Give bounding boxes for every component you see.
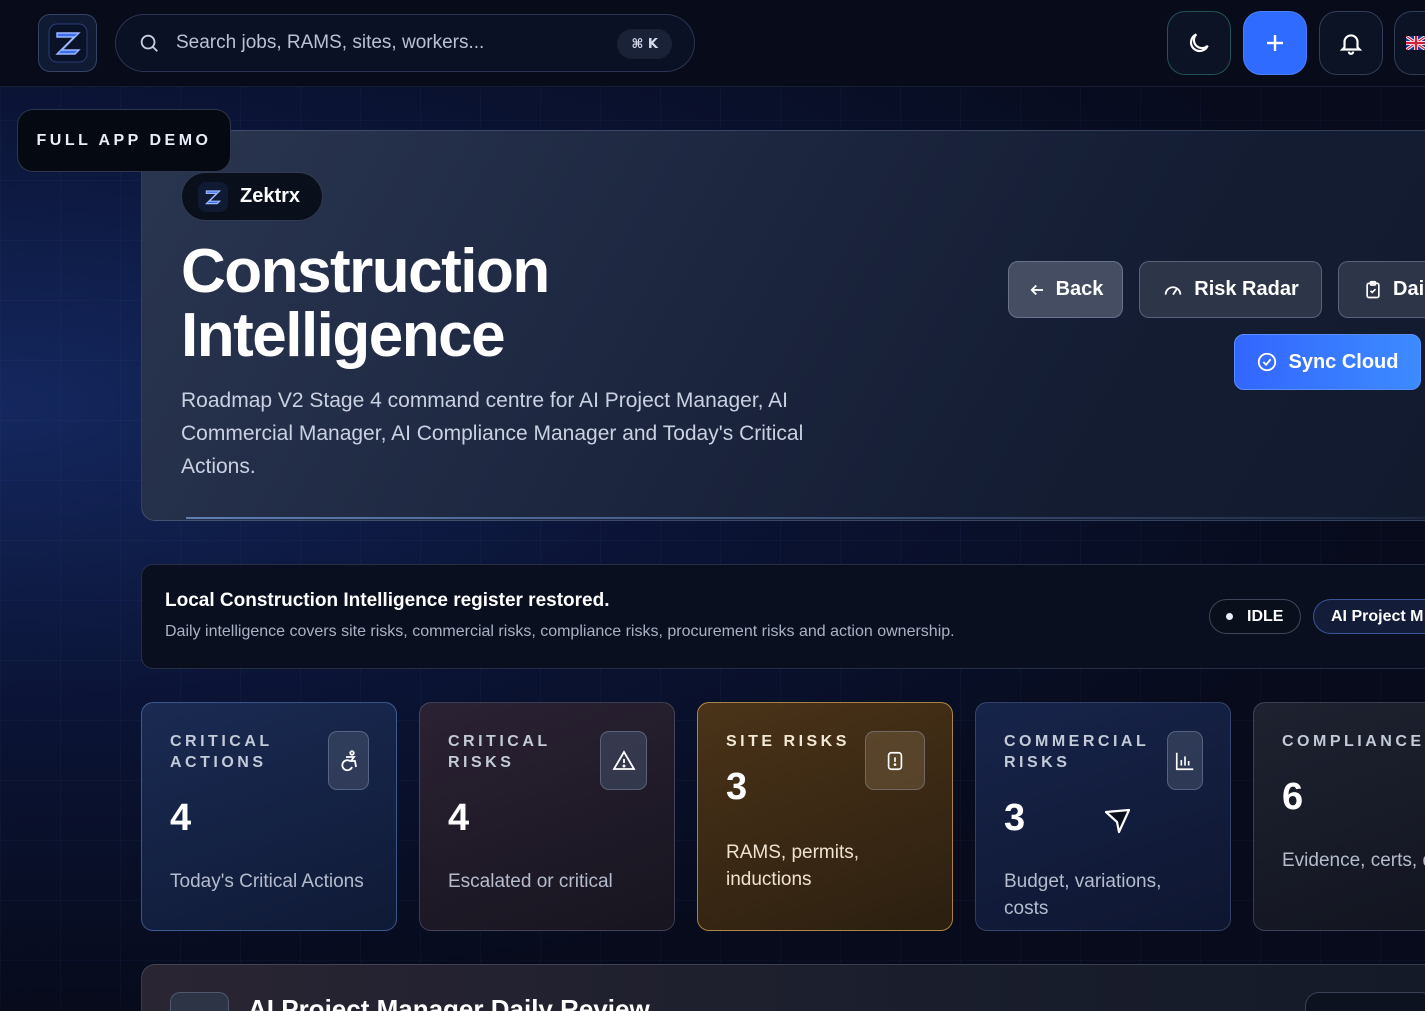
brand-pill: Zektrx bbox=[181, 172, 323, 221]
risk-radar-label: Risk Radar bbox=[1194, 278, 1299, 300]
alert-file-icon bbox=[865, 731, 925, 790]
card-description: RAMS, permits, inductions bbox=[726, 842, 860, 890]
section-action-button[interactable] bbox=[1305, 992, 1425, 1011]
daily-button-label: Dai bbox=[1393, 278, 1425, 300]
page-title: Construction Intelligence bbox=[181, 237, 550, 370]
sync-cloud-label: Sync Cloud bbox=[1288, 350, 1399, 373]
risk-radar-button[interactable]: Risk Radar bbox=[1139, 261, 1322, 318]
status-description: Daily intelligence covers site risks, co… bbox=[165, 623, 955, 640]
plus-icon bbox=[1267, 35, 1283, 51]
app-logo[interactable] bbox=[38, 14, 97, 72]
language-button[interactable] bbox=[1394, 11, 1425, 75]
zektrx-logo-icon bbox=[48, 23, 87, 63]
card-label: CRITICAL ACTIONS bbox=[170, 733, 273, 771]
uk-flag-icon bbox=[1406, 36, 1425, 50]
search-icon bbox=[140, 34, 158, 52]
idle-status-badge: IDLE bbox=[1209, 599, 1301, 634]
card-description: Budget, variations, costs bbox=[1004, 871, 1162, 919]
site-risks-card[interactable]: SITE RISKS 3 RAMS, permits, inductions bbox=[697, 702, 953, 931]
sync-cloud-button[interactable]: Sync Cloud bbox=[1234, 334, 1421, 390]
card-value: 4 bbox=[170, 797, 192, 839]
bell-icon bbox=[1339, 34, 1363, 55]
card-value: 6 bbox=[1282, 776, 1304, 818]
moon-icon bbox=[1189, 33, 1209, 53]
arrow-left-icon bbox=[1030, 284, 1043, 295]
top-bar: ⌘ K bbox=[0, 0, 1425, 87]
page-subtitle: Roadmap V2 Stage 4 command centre for AI… bbox=[181, 389, 804, 478]
warning-icon bbox=[600, 731, 647, 790]
shortcut-hint: ⌘ K bbox=[617, 29, 672, 59]
add-button[interactable] bbox=[1243, 11, 1307, 75]
critical-actions-card[interactable]: CRITICAL ACTIONS 4 Today's Critical Acti… bbox=[141, 702, 397, 931]
card-description: Escalated or critical bbox=[448, 871, 613, 892]
section-icon bbox=[170, 992, 229, 1011]
full-app-demo-badge: FULL APP DEMO bbox=[17, 109, 231, 172]
card-label: COMMERCIAL RISKS bbox=[1004, 733, 1149, 771]
status-dot-icon bbox=[1226, 613, 1233, 620]
notifications-button[interactable] bbox=[1319, 11, 1383, 75]
clipboard-check-icon bbox=[1366, 280, 1380, 298]
status-title: Local Construction Intelligence register… bbox=[165, 590, 610, 611]
ai-project-manager-label: AI Project M bbox=[1331, 607, 1424, 625]
mouse-cursor-icon bbox=[1104, 808, 1131, 834]
search-bar[interactable]: ⌘ K bbox=[115, 14, 695, 72]
bar-chart-icon bbox=[1167, 731, 1203, 790]
hero-divider bbox=[186, 517, 1425, 519]
search-input[interactable] bbox=[176, 32, 596, 54]
accessibility-icon bbox=[328, 731, 369, 790]
critical-risks-card[interactable]: CRITICAL RISKS 4 Escalated or critical bbox=[419, 702, 675, 931]
card-value: 4 bbox=[448, 797, 470, 839]
check-circle-icon bbox=[1258, 352, 1277, 372]
zektrx-mini-logo-icon bbox=[198, 181, 228, 212]
theme-toggle-button[interactable] bbox=[1167, 11, 1231, 75]
brand-name: Zektrx bbox=[240, 185, 301, 207]
card-label: COMPLIANCE PROCUREMEN bbox=[1282, 733, 1425, 750]
section-title: AI Project Manager Daily Review bbox=[248, 994, 650, 1011]
card-description: Today's Critical Actions bbox=[170, 871, 364, 892]
back-button[interactable]: Back bbox=[1008, 261, 1123, 318]
card-label: CRITICAL RISKS bbox=[448, 733, 551, 771]
daily-button[interactable]: Dai bbox=[1338, 261, 1425, 318]
card-description: Evidence, certs, delivery bbox=[1282, 850, 1425, 871]
idle-status-label: IDLE bbox=[1247, 607, 1284, 625]
back-button-label: Back bbox=[1055, 278, 1104, 300]
ai-project-manager-tab[interactable]: AI Project M bbox=[1313, 599, 1425, 634]
gauge-icon bbox=[1165, 285, 1182, 295]
card-label: SITE RISKS bbox=[726, 733, 850, 750]
compliance-procurement-card[interactable]: COMPLIANCE PROCUREMEN 6 Evidence, certs,… bbox=[1253, 702, 1425, 931]
